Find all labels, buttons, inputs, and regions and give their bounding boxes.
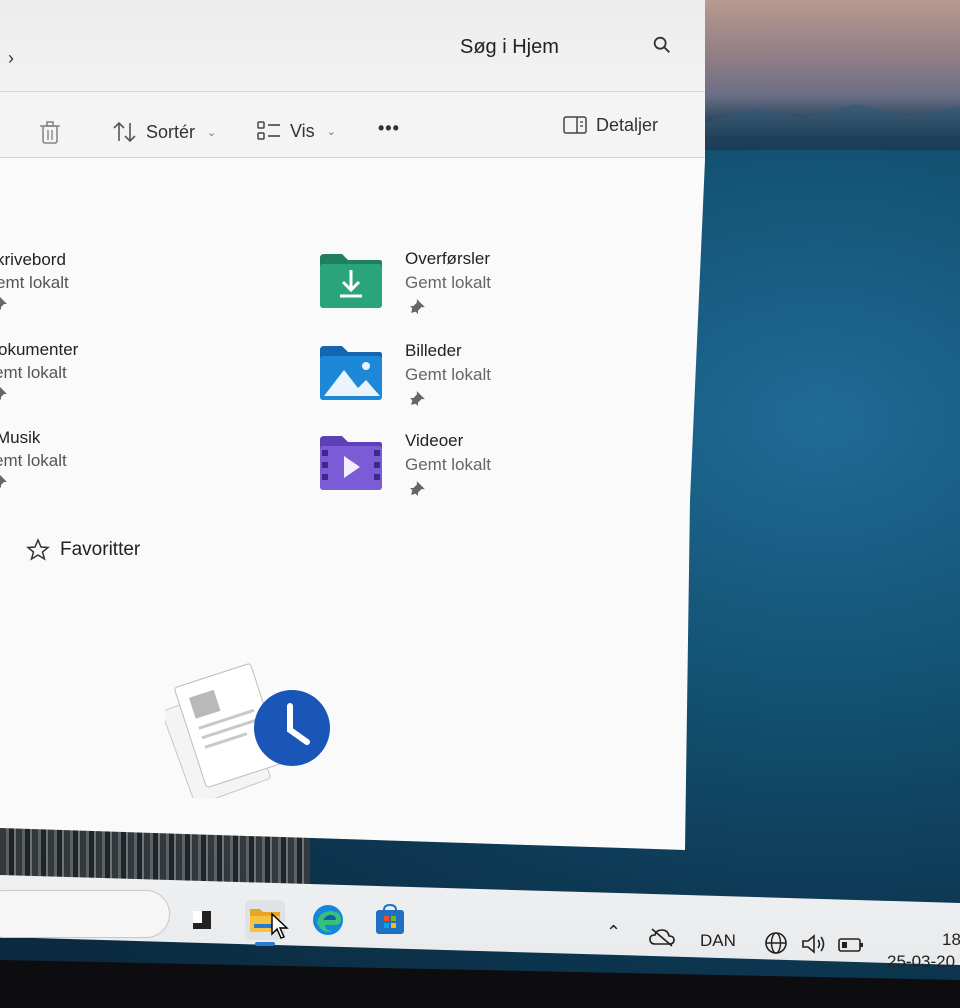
active-app-indicator [255, 942, 275, 946]
details-label: Detaljer [596, 114, 659, 135]
item-status: emt lokalt [0, 451, 67, 470]
microsoft-store-button[interactable] [370, 900, 410, 940]
sort-label: Sortér [146, 121, 196, 142]
chevron-down-icon: ⌄ [207, 126, 217, 139]
quick-access-item-desktop[interactable]: krivebord emt lokalt [0, 248, 180, 310]
more-options-button[interactable]: ••• [378, 118, 400, 139]
favorites-section-header[interactable]: Favoritter [26, 538, 140, 562]
address-bar-area: › Søg i Hjem [0, 0, 705, 92]
mouse-cursor-icon [271, 912, 289, 939]
clock-date[interactable]: 25-03-20 [887, 952, 955, 972]
pin-icon [0, 297, 7, 310]
clock-time[interactable]: 18 [942, 930, 960, 950]
sort-arrows-icon [113, 121, 136, 143]
more-options-icon: ••• [378, 118, 400, 138]
trash-icon [40, 121, 60, 144]
search-icon[interactable] [651, 34, 673, 56]
details-pane-button[interactable]: Detaljer [562, 114, 658, 136]
item-status: Gemt lokalt [405, 273, 491, 292]
onedrive-offline-icon[interactable] [648, 926, 676, 948]
quick-access-item-videos[interactable]: Videoer Gemt lokalt [318, 431, 658, 516]
pin-icon [410, 391, 425, 406]
item-status: emt lokalt [0, 363, 67, 382]
battery-icon[interactable] [837, 936, 865, 954]
item-name: Overførsler [405, 249, 490, 268]
command-bar: Sortér ⌄ Vis ⌄ ••• Detaljer [0, 92, 705, 158]
item-name: okumenter [0, 340, 79, 359]
pin-icon [410, 299, 425, 314]
item-status: emt lokalt [0, 273, 69, 292]
quick-access-item-documents[interactable]: okumenter emt lokalt [0, 338, 180, 400]
task-view-icon [193, 911, 211, 929]
view-button[interactable]: Vis ⌄ [256, 120, 336, 142]
edge-icon [313, 905, 343, 935]
item-status: Gemt lokalt [405, 455, 491, 474]
pin-icon [0, 475, 7, 488]
star-icon [26, 538, 50, 561]
input-language-indicator[interactable]: DAN [700, 931, 736, 951]
recent-files-illustration [165, 663, 330, 798]
quick-access-item-downloads[interactable]: Overførsler Gemt lokalt [318, 249, 658, 334]
pin-icon [410, 481, 425, 496]
task-view-button[interactable] [182, 900, 222, 940]
quick-access-item-pictures[interactable]: Billeder Gemt lokalt [318, 341, 658, 426]
quick-access-item-music[interactable]: Musik emt lokalt [0, 426, 180, 488]
download-folder-icon [320, 254, 382, 308]
item-name: Billeder [405, 341, 462, 360]
pin-icon [0, 387, 7, 400]
details-pane-icon [563, 116, 587, 134]
sort-button[interactable]: Sortér ⌄ [112, 120, 216, 144]
file-explorer-window: › Søg i Hjem Sortér ⌄ Vis ⌄ ••• Detaljer… [0, 0, 705, 850]
edge-browser-button[interactable] [308, 900, 348, 940]
item-name: krivebord [0, 250, 66, 269]
favorites-label: Favoritter [60, 539, 141, 560]
chevron-down-icon: ⌄ [326, 125, 336, 138]
volume-icon[interactable] [800, 932, 828, 956]
pictures-folder-icon [320, 346, 382, 400]
search-box[interactable]: Søg i Hjem [440, 22, 695, 72]
item-name: Musik [0, 428, 41, 447]
videos-folder-icon [320, 436, 382, 490]
item-name: Videoer [405, 431, 464, 450]
store-icon [376, 903, 404, 934]
breadcrumb-chevron-icon[interactable]: › [8, 48, 14, 69]
taskbar-search-box[interactable] [0, 890, 170, 938]
network-globe-icon[interactable] [763, 930, 789, 956]
search-input[interactable]: Søg i Hjem [460, 36, 559, 59]
home-content: krivebord emt lokalt okumenter emt lokal… [0, 158, 700, 838]
delete-button[interactable] [38, 120, 62, 146]
item-status: Gemt lokalt [405, 365, 491, 384]
show-hidden-icons-chevron-icon[interactable]: ⌃ [606, 922, 621, 943]
view-label: Vis [290, 120, 315, 141]
view-list-icon [257, 121, 280, 140]
